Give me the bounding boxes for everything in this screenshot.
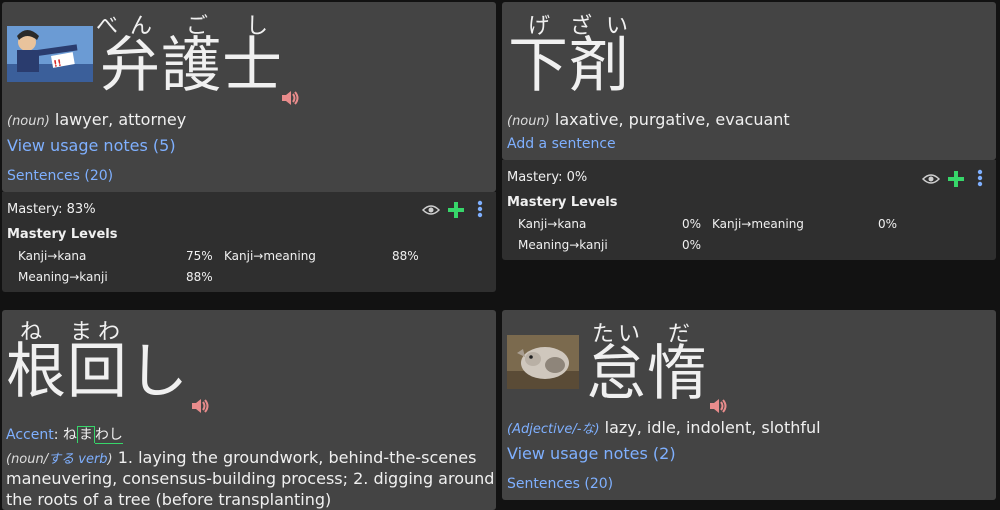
vocab-card-bengoshi: !! べ ん ご し 弁護士 (noun) lawyer, attorney V… [2, 2, 496, 192]
meaning-text: laxative, purgative, evacuant [554, 110, 790, 129]
more-vertical-icon[interactable] [477, 200, 483, 218]
definition: (noun) laxative, purgative, evacuant [507, 110, 790, 129]
speaker-icon[interactable] [190, 398, 210, 414]
accent-kana: ね [62, 427, 77, 443]
definition: (Adjective/-な) lazy, idle, indolent, slo… [507, 418, 821, 437]
level-value: 75% [186, 249, 213, 263]
level-value: 0% [682, 238, 702, 252]
eye-icon[interactable] [922, 173, 940, 185]
kanji-word: 弁護士 [100, 31, 283, 101]
mastery-panel: Mastery: 0% Mastery Levels Kanji→kana 0%… [502, 160, 996, 260]
sloth-animal-image-icon [507, 335, 579, 389]
kanji-word: 怠惰 [586, 339, 708, 409]
level-label: Meaning→kanji [18, 270, 108, 284]
plus-icon[interactable] [447, 201, 465, 219]
word-heading: ね ま わ 根回し [6, 314, 206, 404]
suru-verb-link[interactable]: する verb [48, 452, 107, 467]
sentences-link[interactable]: Sentences (20) [507, 476, 613, 492]
part-of-speech[interactable]: (Adjective/-な) [507, 422, 600, 437]
word-heading: げ ざ い 下剤 [508, 8, 668, 98]
view-usage-notes-link[interactable]: View usage notes (5) [7, 136, 176, 155]
accent-separator: : [53, 427, 59, 443]
plus-icon[interactable] [947, 170, 965, 188]
meaning-text: lazy, idle, indolent, slothful [604, 418, 821, 437]
level-label: Meaning→kanji [518, 238, 608, 252]
accent-kana: わし [94, 427, 123, 444]
part-of-speech: (noun) [7, 114, 50, 129]
mastery-panel: Mastery: 83% Mastery Levels Kanji→kana 7… [2, 192, 496, 292]
part-of-speech: (noun/ [6, 452, 49, 467]
view-usage-notes-link[interactable]: View usage notes (2) [507, 444, 676, 463]
level-label: Kanji→kana [18, 249, 87, 263]
level-value: 88% [186, 270, 213, 284]
accent-line: Accent: ねまわし [6, 424, 123, 444]
level-value: 0% [682, 217, 702, 231]
vocab-card-taida: た い だ 怠惰 (Adjective/-な) lazy, idle, indo… [502, 310, 996, 500]
svg-text:!!: !! [53, 59, 63, 70]
add-sentence-link[interactable]: Add a sentence [507, 136, 616, 152]
word-heading: べ ん ご し 弁護士 [96, 8, 300, 101]
speaker-icon[interactable] [708, 398, 728, 414]
word-heading: た い だ 怠惰 [586, 316, 746, 406]
accent-marked-kana: ま [76, 426, 95, 443]
sentences-link[interactable]: Sentences (20) [7, 168, 113, 184]
vocab-card-gezai: げ ざ い 下剤 (noun) laxative, purgative, eva… [502, 2, 996, 160]
meaning-text: maneuvering, consensus-building process;… [6, 469, 495, 488]
mastery-percent: Mastery: 83% [7, 202, 96, 217]
level-value: 0% [878, 217, 898, 231]
card-thumbnail [507, 335, 579, 389]
accent-label[interactable]: Accent [6, 427, 54, 443]
definition: (noun) lawyer, attorney [7, 110, 186, 129]
vocab-card-nemawashi: ね ま わ 根回し Accent: ねまわし (noun/する verb) 1.… [2, 310, 496, 510]
level-label: Kanji→meaning [224, 249, 316, 263]
part-of-speech: (noun) [507, 114, 550, 129]
meaning-text: the roots of a tree (before transplantin… [6, 490, 332, 509]
eye-icon[interactable] [422, 204, 440, 216]
mastery-levels-title: Mastery Levels [507, 195, 618, 210]
definition: (noun/する verb) 1. laying the groundwork,… [6, 448, 476, 467]
speaker-icon[interactable] [280, 90, 300, 106]
level-label: Kanji→kana [518, 217, 587, 231]
level-label: Kanji→meaning [712, 217, 804, 231]
more-vertical-icon[interactable] [977, 169, 983, 187]
meaning-text: 1. laying the groundwork, behind-the-sce… [112, 448, 477, 467]
mastery-levels-title: Mastery Levels [7, 227, 118, 242]
mastery-percent: Mastery: 0% [507, 170, 588, 185]
level-value: 88% [392, 249, 419, 263]
kanji-word: 下剤 [508, 31, 630, 101]
kanji-word: 根回し [6, 337, 189, 407]
meaning-text: lawyer, attorney [54, 110, 187, 129]
